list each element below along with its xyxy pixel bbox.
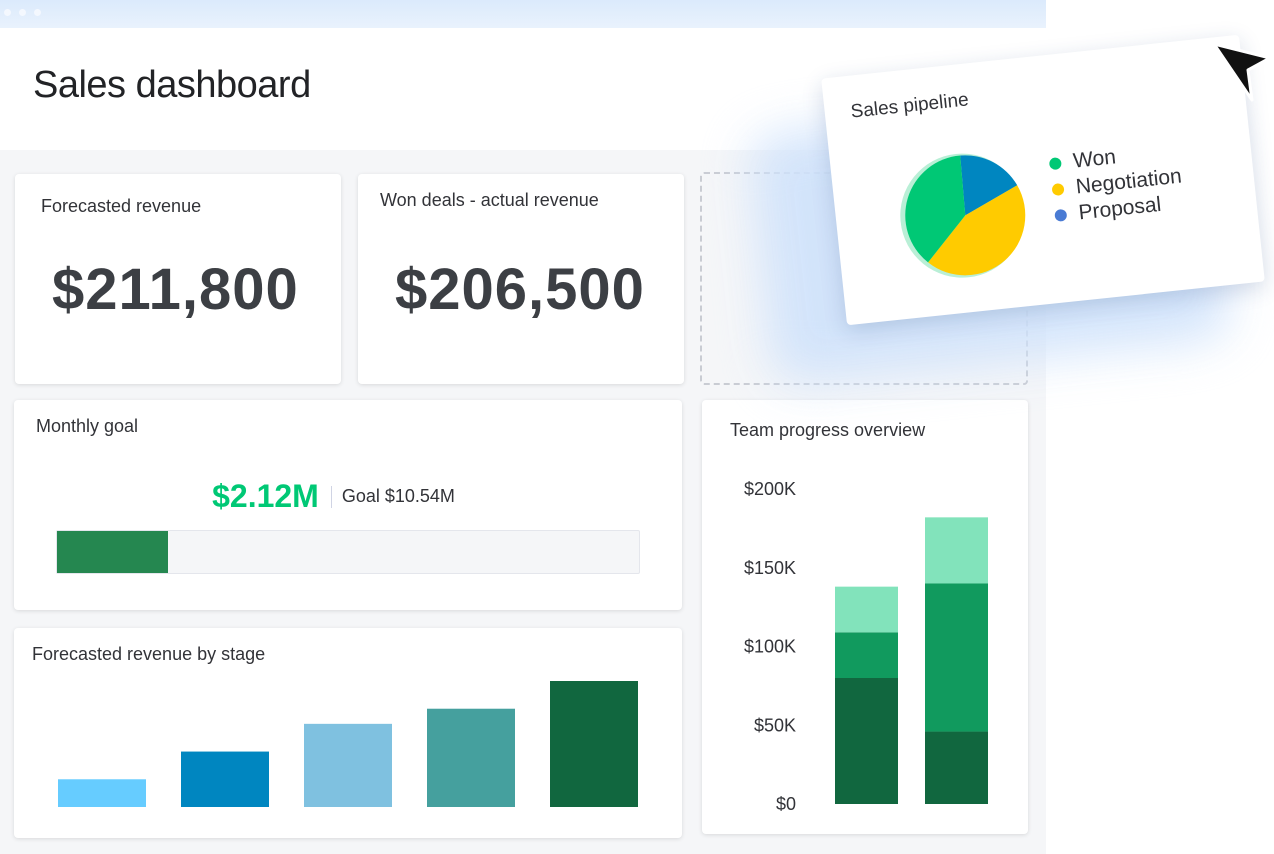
card-title: Forecasted revenue [41, 196, 202, 216]
stage-bar[interactable] [181, 751, 269, 807]
kpi-value: $211,800 [52, 257, 299, 322]
sales-pipeline-widget[interactable]: Sales pipeline Won Negotiation Proposal [821, 34, 1265, 326]
pie-legend: Won Negotiation Proposal [1048, 138, 1186, 229]
legend-dot-icon [1054, 208, 1068, 222]
y-tick-label: $150K [744, 558, 796, 578]
goal-summary: $2.12M Goal $10.54M [0, 478, 667, 515]
revenue-by-stage-card[interactable]: Forecasted revenue by stage [14, 628, 682, 838]
stage-bar[interactable] [550, 681, 638, 807]
card-title: Monthly goal [36, 416, 139, 436]
y-tick-label: $100K [744, 637, 796, 657]
goal-current-value: $2.12M [212, 478, 319, 514]
team-bar-segment[interactable] [925, 517, 988, 584]
legend-dot-icon [1051, 182, 1065, 197]
legend-dot-icon [1048, 157, 1062, 171]
kpi-value: $206,500 [395, 257, 645, 322]
sales-pipeline-pie-chart [900, 153, 1026, 278]
revenue-by-stage-chart [58, 681, 638, 807]
card-title: Won deals - actual revenue [380, 190, 599, 210]
window-titlebar [0, 0, 1046, 28]
won-deals-card[interactable]: Won deals - actual revenue $206,500 [358, 174, 684, 384]
goal-progress-bar [56, 530, 640, 574]
page-title: Sales dashboard [33, 64, 311, 106]
legend-label: Won [1072, 145, 1117, 173]
mouse-cursor-icon [1212, 42, 1272, 102]
window-dot-icon [4, 9, 11, 16]
y-tick-label: $0 [776, 794, 796, 814]
team-bar-segment[interactable] [835, 678, 898, 804]
team-bar-segment[interactable] [925, 731, 988, 804]
y-tick-label: $50K [754, 715, 796, 735]
stage-bar[interactable] [304, 723, 392, 807]
window-dot-icon [19, 9, 26, 16]
team-bar-segment[interactable] [925, 583, 988, 732]
card-title: Sales pipeline [849, 89, 970, 123]
window-dot-icon [34, 9, 41, 16]
team-progress-chart: $0 $50K $100K $150K $200K [744, 479, 988, 814]
team-bar-segment[interactable] [835, 586, 898, 633]
stage-bar[interactable] [58, 779, 146, 807]
forecasted-revenue-card[interactable]: Forecasted revenue $211,800 [15, 174, 341, 384]
goal-divider [330, 485, 332, 508]
goal-target-value: Goal $10.54M [341, 486, 455, 506]
stage-bar[interactable] [427, 708, 515, 807]
team-progress-card[interactable]: Team progress overview $0 $50K $100K $150K $… [702, 400, 1028, 834]
goal-progress-fill [57, 531, 168, 573]
y-tick-label: $200K [744, 479, 796, 499]
team-bar-segment[interactable] [835, 632, 898, 678]
